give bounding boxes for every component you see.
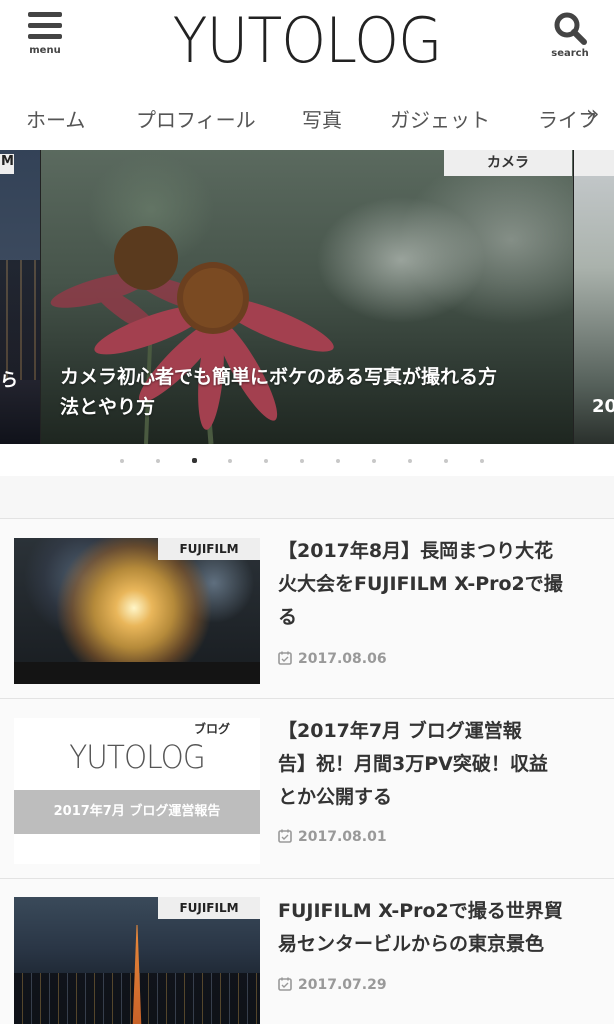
article-thumbnail[interactable]: ブログ YUTOLOG 2017年7月 ブログ運営報告 bbox=[14, 718, 260, 864]
slide-title-line1: カメラ初心者でも簡単にボケのある写真が撮れる方 bbox=[60, 366, 498, 388]
search-icon bbox=[554, 12, 587, 45]
article-title-line: 告】祝！月間3万PV突破！収益 bbox=[278, 753, 548, 775]
article-title-line: る bbox=[278, 606, 298, 628]
category-nav: ホーム プロフィール 写真 ガジェット ライフ » bbox=[0, 88, 614, 146]
carousel-dot[interactable] bbox=[120, 459, 124, 463]
article-title[interactable]: 【2017年7月 ブログ運営報 告】祝！月間3万PV突破！収益 とか公開する bbox=[278, 715, 604, 814]
article-category-tag[interactable]: FUJIFILM bbox=[158, 538, 260, 560]
article-date-text: 2017.07.29 bbox=[298, 977, 387, 993]
article-date-text: 2017.08.01 bbox=[298, 829, 387, 845]
site-header: menu YUTOLOG search bbox=[0, 0, 614, 88]
article-title[interactable]: FUJIFILM X-Pro2で撮る世界貿 易センタービルからの東京景色 bbox=[278, 895, 604, 961]
article-date: 2017.08.06 bbox=[278, 651, 387, 667]
article-category-tag[interactable]: ブログ bbox=[194, 720, 230, 737]
nav-item-profile[interactable]: プロフィール bbox=[136, 104, 256, 133]
article-title-line: 易センタービルからの東京景色 bbox=[278, 933, 545, 955]
slide-title[interactable]: カメラ初心者でも簡単にボケのある写真が撮れる方 法とやり方 bbox=[60, 362, 560, 422]
prev-slide-title: ら bbox=[0, 370, 18, 391]
carousel-dot[interactable] bbox=[192, 458, 197, 463]
slide-title-line2: 法とやり方 bbox=[60, 396, 156, 418]
article-date: 2017.07.29 bbox=[278, 977, 387, 993]
carousel-dot[interactable] bbox=[480, 459, 484, 463]
article-thumbnail[interactable]: FUJIFILM bbox=[14, 897, 260, 1024]
next-slide-title: 20 bbox=[592, 396, 614, 417]
thumbnail-caption: 2017年7月 ブログ運営報告 bbox=[14, 790, 260, 834]
calendar-icon bbox=[278, 977, 292, 991]
calendar-icon bbox=[278, 651, 292, 665]
carousel-prev-slide[interactable] bbox=[0, 150, 40, 444]
nav-item-home[interactable]: ホーム bbox=[26, 104, 85, 133]
carousel-dot[interactable] bbox=[264, 459, 268, 463]
menu-button[interactable]: menu bbox=[22, 10, 68, 70]
thumbnail-logo: YUTOLOG bbox=[69, 738, 206, 776]
article-title-line: 【2017年7月 ブログ運営報 bbox=[278, 720, 522, 742]
nav-item-photo[interactable]: 写真 bbox=[302, 104, 342, 133]
nav-item-gadget[interactable]: ガジェット bbox=[390, 104, 490, 133]
next-slide-category bbox=[574, 150, 614, 176]
list-item[interactable]: ブログ YUTOLOG 2017年7月 ブログ運営報告 【2017年7月 ブログ… bbox=[0, 698, 614, 878]
article-title-line: とか公開する bbox=[278, 786, 393, 808]
article-title-line: FUJIFILM X-Pro2で撮る世界貿 bbox=[278, 900, 563, 922]
section-divider bbox=[0, 476, 614, 518]
carousel-dot[interactable] bbox=[372, 459, 376, 463]
menu-label: menu bbox=[29, 45, 61, 56]
featured-carousel[interactable]: M ら カメラ カメラ初心者でも簡単にボケのある写真が撮れる方 法とやり方 20 bbox=[0, 150, 614, 444]
nav-more-icon[interactable]: » bbox=[586, 102, 600, 127]
article-title[interactable]: 【2017年8月】長岡まつり大花 火大会をFUJIFILM X-Pro2で撮 る bbox=[278, 535, 604, 634]
carousel-pagination bbox=[0, 452, 614, 468]
article-date: 2017.08.01 bbox=[278, 829, 387, 845]
article-date-text: 2017.08.06 bbox=[298, 651, 387, 667]
article-title-line: 火大会をFUJIFILM X-Pro2で撮 bbox=[278, 573, 563, 595]
list-item[interactable]: FUJIFILM 【2017年8月】長岡まつり大花 火大会をFUJIFILM X… bbox=[0, 518, 614, 698]
article-category-tag[interactable]: FUJIFILM bbox=[158, 897, 260, 919]
carousel-dot[interactable] bbox=[228, 459, 232, 463]
search-label: search bbox=[551, 48, 589, 59]
article-title-line: 【2017年8月】長岡まつり大花 bbox=[278, 540, 554, 562]
carousel-dot[interactable] bbox=[408, 459, 412, 463]
site-logo[interactable]: YUTOLOG bbox=[163, 4, 452, 77]
carousel-dot[interactable] bbox=[336, 459, 340, 463]
slide-category-tag[interactable]: カメラ bbox=[444, 150, 572, 176]
article-list: FUJIFILM 【2017年8月】長岡まつり大花 火大会をFUJIFILM X… bbox=[0, 518, 614, 1024]
search-button[interactable]: search bbox=[542, 10, 598, 70]
carousel-dot[interactable] bbox=[444, 459, 448, 463]
carousel-dot[interactable] bbox=[300, 459, 304, 463]
list-item[interactable]: FUJIFILM FUJIFILM X-Pro2で撮る世界貿 易センタービルから… bbox=[0, 878, 614, 1024]
calendar-icon bbox=[278, 829, 292, 843]
article-thumbnail[interactable]: FUJIFILM bbox=[14, 538, 260, 684]
prev-slide-category: M bbox=[0, 154, 14, 174]
hamburger-icon bbox=[28, 12, 62, 39]
carousel-dot[interactable] bbox=[156, 459, 160, 463]
